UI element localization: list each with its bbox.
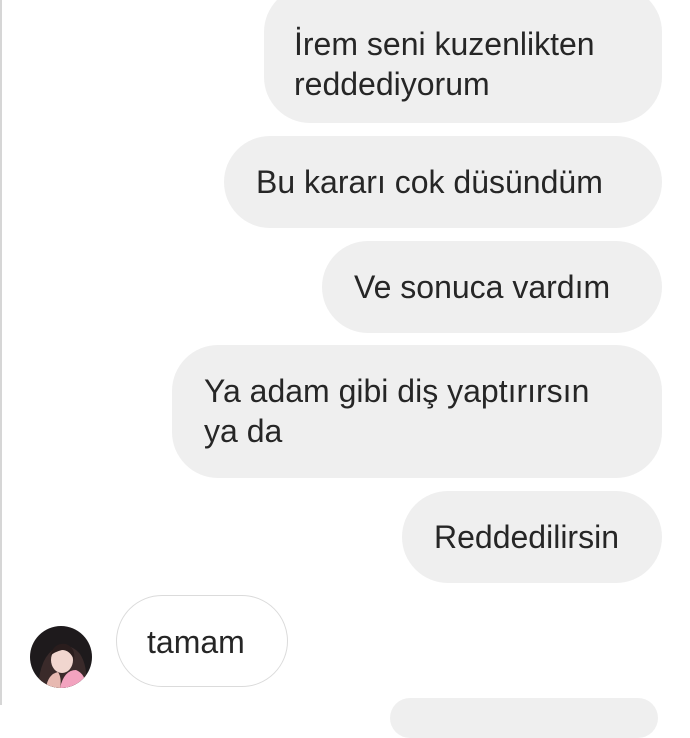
message-bubble-sent[interactable]: Ve sonuca vardım	[322, 241, 662, 333]
message-text: Bu kararı cok düsündüm	[256, 164, 603, 200]
message-bubble-sent[interactable]: İrem seni kuzenlikten reddediyorum	[264, 0, 662, 123]
message-text: tamam	[147, 624, 245, 660]
message-bubble-sent[interactable]: Bu kararı cok düsündüm	[224, 136, 662, 228]
message-bubble-sent-partial[interactable]	[390, 698, 658, 738]
message-bubble-received[interactable]: tamam	[116, 595, 288, 687]
message-bubble-sent[interactable]: Reddedilirsin	[402, 491, 662, 583]
profile-photo-icon	[30, 626, 92, 688]
message-text: Ve sonuca vardım	[354, 269, 611, 305]
avatar[interactable]	[30, 626, 92, 688]
screen-edge-divider	[0, 0, 2, 705]
message-text: İrem seni kuzenlikten reddediyorum	[294, 26, 595, 102]
message-bubble-sent[interactable]: Ya adam gibi diş yaptırırsın ya da	[172, 345, 662, 478]
message-text: Reddedilirsin	[434, 519, 619, 555]
message-text: Ya adam gibi diş yaptırırsın ya da	[204, 373, 590, 449]
